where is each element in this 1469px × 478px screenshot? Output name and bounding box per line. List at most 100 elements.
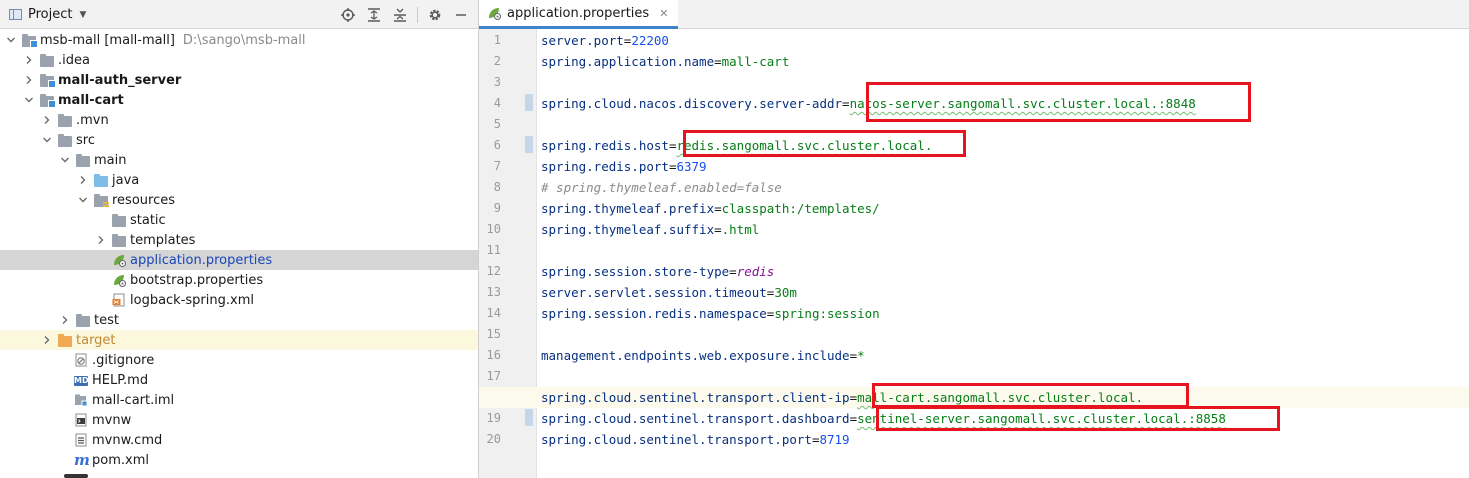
tree-item-label: src — [76, 132, 95, 148]
tree-item-label: mvnw — [92, 412, 132, 428]
settings-button[interactable] — [424, 4, 446, 26]
tree-item-pom-xml[interactable]: m pom.xml — [0, 450, 478, 470]
tab-label: application.properties — [507, 5, 650, 21]
line-number: 1 — [493, 33, 501, 47]
tree-item-label: static — [130, 212, 166, 228]
code-line-6: spring.redis.host=redis.sangomall.svc.cl… — [541, 138, 933, 153]
code-line-19: spring.cloud.sentinel.transport.dashboar… — [541, 411, 1226, 426]
line-number: 17 — [486, 369, 501, 383]
tree-item-msb-mall[interactable]: msb-mall [mall-mall] D:\sango\msb-mall — [0, 30, 478, 50]
tree-item-bootstrap-properties[interactable]: bootstrap.properties — [0, 270, 478, 290]
toolbar-divider — [417, 6, 418, 23]
chevron-down-icon[interactable] — [24, 90, 34, 110]
tree-item-main[interactable]: main — [0, 150, 478, 170]
code-line-16: management.endpoints.web.exposure.includ… — [541, 348, 865, 363]
chevron-down-icon[interactable] — [60, 150, 70, 170]
tree-item-mvnw[interactable]: mvnw — [0, 410, 478, 430]
code-line-7: spring.redis.port=6379 — [541, 159, 707, 174]
module-folder-icon — [22, 33, 38, 48]
tree-item-idea[interactable]: .idea — [0, 50, 478, 70]
code-line-8: # spring.thymeleaf.enabled=false — [541, 180, 782, 195]
folder-icon — [58, 133, 72, 147]
line-number: 19 — [486, 411, 501, 425]
expand-all-button[interactable] — [363, 4, 385, 26]
tree-item-label: mall-cart — [58, 92, 124, 108]
code-line-20: spring.cloud.sentinel.transport.port=871… — [541, 432, 850, 447]
folder-icon — [58, 113, 72, 127]
collapse-all-icon — [394, 8, 406, 22]
chevron-right-icon[interactable] — [42, 330, 52, 350]
tree-item-src[interactable]: src — [0, 130, 478, 150]
code-line-12: spring.session.store-type=redis — [541, 264, 775, 279]
tree-item-mvnw-cmd[interactable]: mvnw.cmd — [0, 430, 478, 450]
chevron-right-icon[interactable] — [42, 110, 52, 130]
tree-item-label: test — [94, 312, 119, 328]
xml-file-icon — [112, 293, 126, 307]
chevron-right-icon[interactable] — [78, 170, 88, 190]
line-number: 16 — [486, 348, 501, 362]
tree-item-target[interactable]: target — [0, 330, 478, 350]
module-folder-icon — [40, 73, 56, 88]
chevron-down-icon[interactable] — [42, 130, 52, 150]
vcs-change-marker[interactable] — [525, 94, 533, 111]
gear-icon — [429, 9, 441, 20]
code-line-1: server.port=22200 — [541, 33, 669, 48]
gitignore-file-icon — [74, 353, 88, 367]
code-line-13: server.servlet.session.timeout=30m — [541, 285, 797, 300]
folder-icon — [76, 153, 90, 167]
collapse-all-button[interactable] — [389, 4, 411, 26]
shell-script-icon — [74, 413, 88, 427]
tree-item-mall-cart[interactable]: mall-cart — [0, 90, 478, 110]
tree-item-label: application.properties — [130, 252, 273, 268]
minimize-icon — [456, 13, 466, 16]
tree-item-mall-cart-iml[interactable]: mall-cart.iml — [0, 390, 478, 410]
vcs-change-marker[interactable] — [525, 409, 533, 426]
tree-item-static[interactable]: static — [0, 210, 478, 230]
tree-item-gitignore[interactable]: .gitignore — [0, 350, 478, 370]
module-folder-icon — [40, 93, 56, 108]
tree-item-label: .mvn — [76, 112, 109, 128]
tree-item-mall-auth-server[interactable]: mall-auth_server — [0, 70, 478, 90]
tree-item-resources[interactable]: resources — [0, 190, 478, 210]
tree-item-label: pom.xml — [92, 452, 149, 468]
project-view-selector[interactable]: Project — [28, 7, 72, 22]
line-number: 10 — [486, 222, 501, 236]
code-editor[interactable]: server.port=22200 spring.application.nam… — [479, 29, 1469, 478]
tree-item-label: .gitignore — [92, 352, 155, 368]
line-number: 11 — [486, 243, 501, 257]
project-header: Project ▼ — [0, 0, 478, 29]
tree-item-label: .idea — [58, 52, 90, 68]
line-number: 3 — [493, 75, 501, 89]
resources-folder-icon — [94, 193, 109, 207]
tree-item-logback-spring-xml[interactable]: logback-spring.xml — [0, 290, 478, 310]
batch-file-icon — [74, 433, 88, 447]
line-number-gutter: 1 2 3 4 5 6 7 8 9 10 11 12 13 14 15 16 1… — [479, 29, 537, 478]
locate-file-button[interactable] — [337, 4, 359, 26]
module-file-icon — [74, 393, 88, 407]
tree-item-templates[interactable]: templates — [0, 230, 478, 250]
close-icon[interactable]: ✕ — [659, 7, 668, 20]
tree-item-mvn-folder[interactable]: .mvn — [0, 110, 478, 130]
tab-application-properties[interactable]: application.properties ✕ — [479, 0, 679, 29]
code-line-14: spring.session.redis.namespace=spring:se… — [541, 306, 880, 321]
chevron-right-icon[interactable] — [24, 50, 34, 70]
spring-properties-icon — [112, 253, 126, 267]
line-number: 14 — [486, 306, 501, 320]
tree-item-label: mall-auth_server — [58, 72, 182, 88]
chevron-down-icon[interactable]: ▼ — [79, 10, 86, 20]
chevron-right-icon[interactable] — [60, 310, 70, 330]
chevron-down-icon[interactable] — [78, 190, 88, 210]
line-number: 15 — [486, 327, 501, 341]
chevron-down-icon[interactable] — [6, 30, 16, 50]
tree-item-test[interactable]: test — [0, 310, 478, 330]
chevron-right-icon[interactable] — [96, 230, 106, 250]
project-toolbar — [333, 0, 472, 29]
tree-item-java[interactable]: java — [0, 170, 478, 190]
chevron-right-icon[interactable] — [24, 70, 34, 90]
tree-item-help-md[interactable]: MD HELP.md — [0, 370, 478, 390]
vcs-change-marker[interactable] — [525, 136, 533, 153]
tree-item-application-properties[interactable]: application.properties — [0, 250, 478, 270]
hide-panel-button[interactable] — [450, 4, 472, 26]
code-line-2: spring.application.name=mall-cart — [541, 54, 790, 69]
line-number: 8 — [493, 180, 501, 194]
